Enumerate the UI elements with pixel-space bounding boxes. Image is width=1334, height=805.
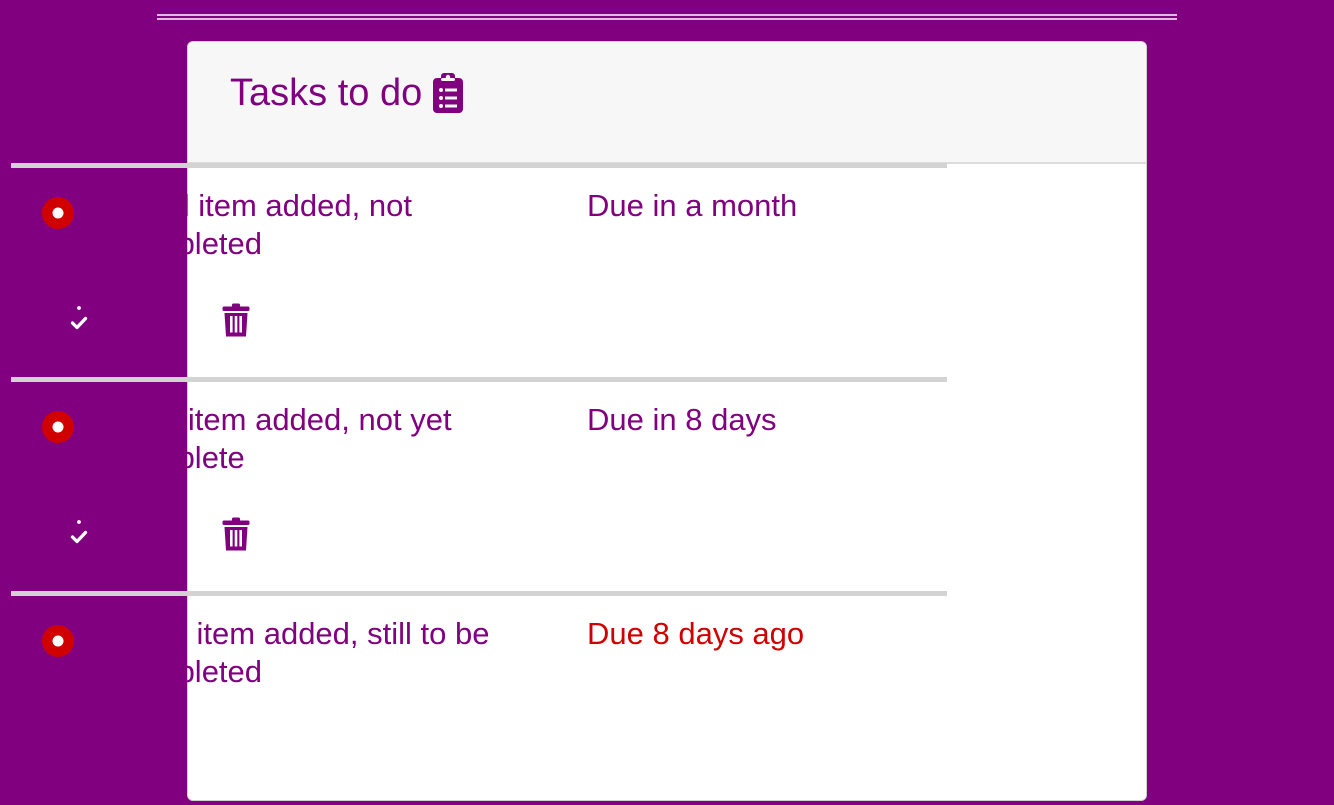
task-due-label: Due 8 days ago	[587, 616, 805, 651]
trash-icon	[222, 303, 254, 337]
radio-dot-icon[interactable]	[41, 196, 75, 230]
task-list: Third item added, not completed Due in a…	[11, 163, 947, 805]
trash-icon	[222, 517, 254, 551]
task-due-label: Due in a month	[587, 188, 798, 223]
page-title-text: Tasks to do	[230, 72, 423, 114]
radio-dot-icon[interactable]	[41, 624, 75, 658]
task-item: Fifth item added, not yet complete Due i…	[11, 377, 947, 591]
clipboard-list-icon	[432, 72, 464, 114]
card-header: Tasks to do	[188, 42, 1146, 164]
top-divider	[157, 14, 1177, 20]
clipboard-check-icon	[66, 304, 96, 337]
task-item: Sixth item added, still to be completed …	[11, 591, 947, 805]
task-due-label: Due in 8 days	[587, 402, 777, 437]
page-title: Tasks to do	[230, 70, 464, 116]
complete-task-button[interactable]	[66, 516, 96, 552]
complete-task-button[interactable]	[66, 302, 96, 338]
task-item: Third item added, not completed Due in a…	[11, 163, 947, 377]
task-text: Fifth item added, not yet complete	[119, 402, 452, 475]
task-text: Third item added, not completed	[119, 188, 412, 261]
radio-dot-icon[interactable]	[41, 410, 75, 444]
delete-task-button[interactable]	[222, 302, 254, 338]
delete-task-button[interactable]	[222, 516, 254, 552]
clipboard-check-icon	[66, 518, 96, 551]
task-text: Sixth item added, still to be completed	[119, 616, 490, 689]
